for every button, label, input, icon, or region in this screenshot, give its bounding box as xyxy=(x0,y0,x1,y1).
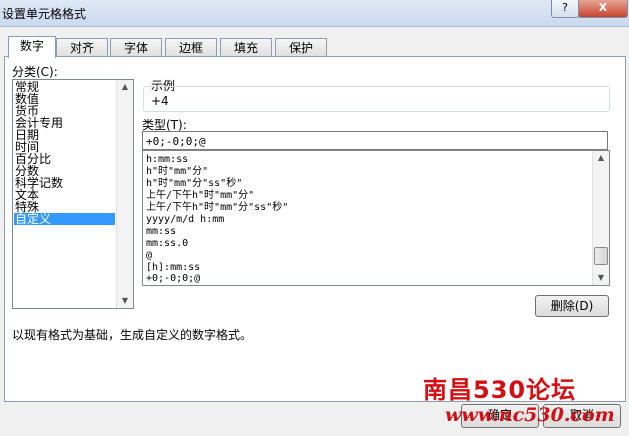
category-label: 分类(C): xyxy=(12,65,58,79)
category-item-custom[interactable]: 自定义 xyxy=(14,213,115,225)
format-description: 以现有格式为基础，生成自定义的数字格式。 xyxy=(12,328,253,342)
scroll-up-icon[interactable]: ▲ xyxy=(117,80,133,94)
tab-font[interactable]: 字体 xyxy=(110,38,162,57)
format-item[interactable]: mm:ss xyxy=(146,226,176,237)
sample-group: +4 xyxy=(143,86,610,112)
format-item[interactable]: yyyy/m/d h:mm xyxy=(146,214,224,225)
format-item[interactable]: h"时"mm"分" xyxy=(146,166,208,177)
format-item[interactable]: h"时"mm"分"ss"秒" xyxy=(146,178,242,189)
watermark-url: www.nc530.com xyxy=(445,404,615,426)
tab-border[interactable]: 边框 xyxy=(165,38,217,57)
tab-protection[interactable]: 保护 xyxy=(275,38,327,57)
format-item[interactable]: 上午/下午h"时"mm"分"ss"秒" xyxy=(146,202,288,213)
tab-alignment[interactable]: 对齐 xyxy=(56,38,108,57)
tab-fill[interactable]: 填充 xyxy=(220,38,272,57)
format-item[interactable]: h:mm:ss xyxy=(146,154,188,165)
format-item[interactable]: mm:ss.0 xyxy=(146,238,188,249)
format-scrollbar[interactable]: ▲ ▼ xyxy=(592,151,609,285)
category-scrollbar[interactable]: ▲ ▼ xyxy=(116,80,133,308)
delete-button[interactable]: 删除(D) xyxy=(535,295,609,317)
format-item[interactable]: +0;-0;0;@ xyxy=(146,273,200,284)
scroll-thumb[interactable] xyxy=(594,247,608,265)
tab-number[interactable]: 数字 xyxy=(8,36,56,58)
format-list[interactable]: h:mm:ss h"时"mm"分" h"时"mm"分"ss"秒" 上午/下午h"… xyxy=(142,150,610,286)
type-input[interactable]: +0;-0;0;@ xyxy=(142,131,608,150)
scroll-down-icon[interactable]: ▼ xyxy=(593,271,609,285)
window-title: 设置单元格格式 xyxy=(2,7,87,21)
close-button[interactable]: X xyxy=(578,0,628,18)
format-item[interactable]: 上午/下午h"时"mm"分" xyxy=(146,190,254,201)
help-button[interactable]: ? xyxy=(551,0,579,18)
format-item[interactable]: @ xyxy=(146,250,152,261)
scroll-up-icon[interactable]: ▲ xyxy=(593,151,609,165)
title-bar: 设置单元格格式 ? X xyxy=(0,0,629,27)
scroll-down-icon[interactable]: ▼ xyxy=(117,294,133,308)
category-list[interactable]: 常规 数值 货币 会计专用 日期 时间 百分比 分数 科学记数 文本 特殊 自定… xyxy=(12,79,134,309)
watermark-title: 南昌530论坛 xyxy=(423,376,577,404)
format-item[interactable]: [h]:mm:ss xyxy=(146,262,200,273)
sample-value: +4 xyxy=(151,94,169,108)
